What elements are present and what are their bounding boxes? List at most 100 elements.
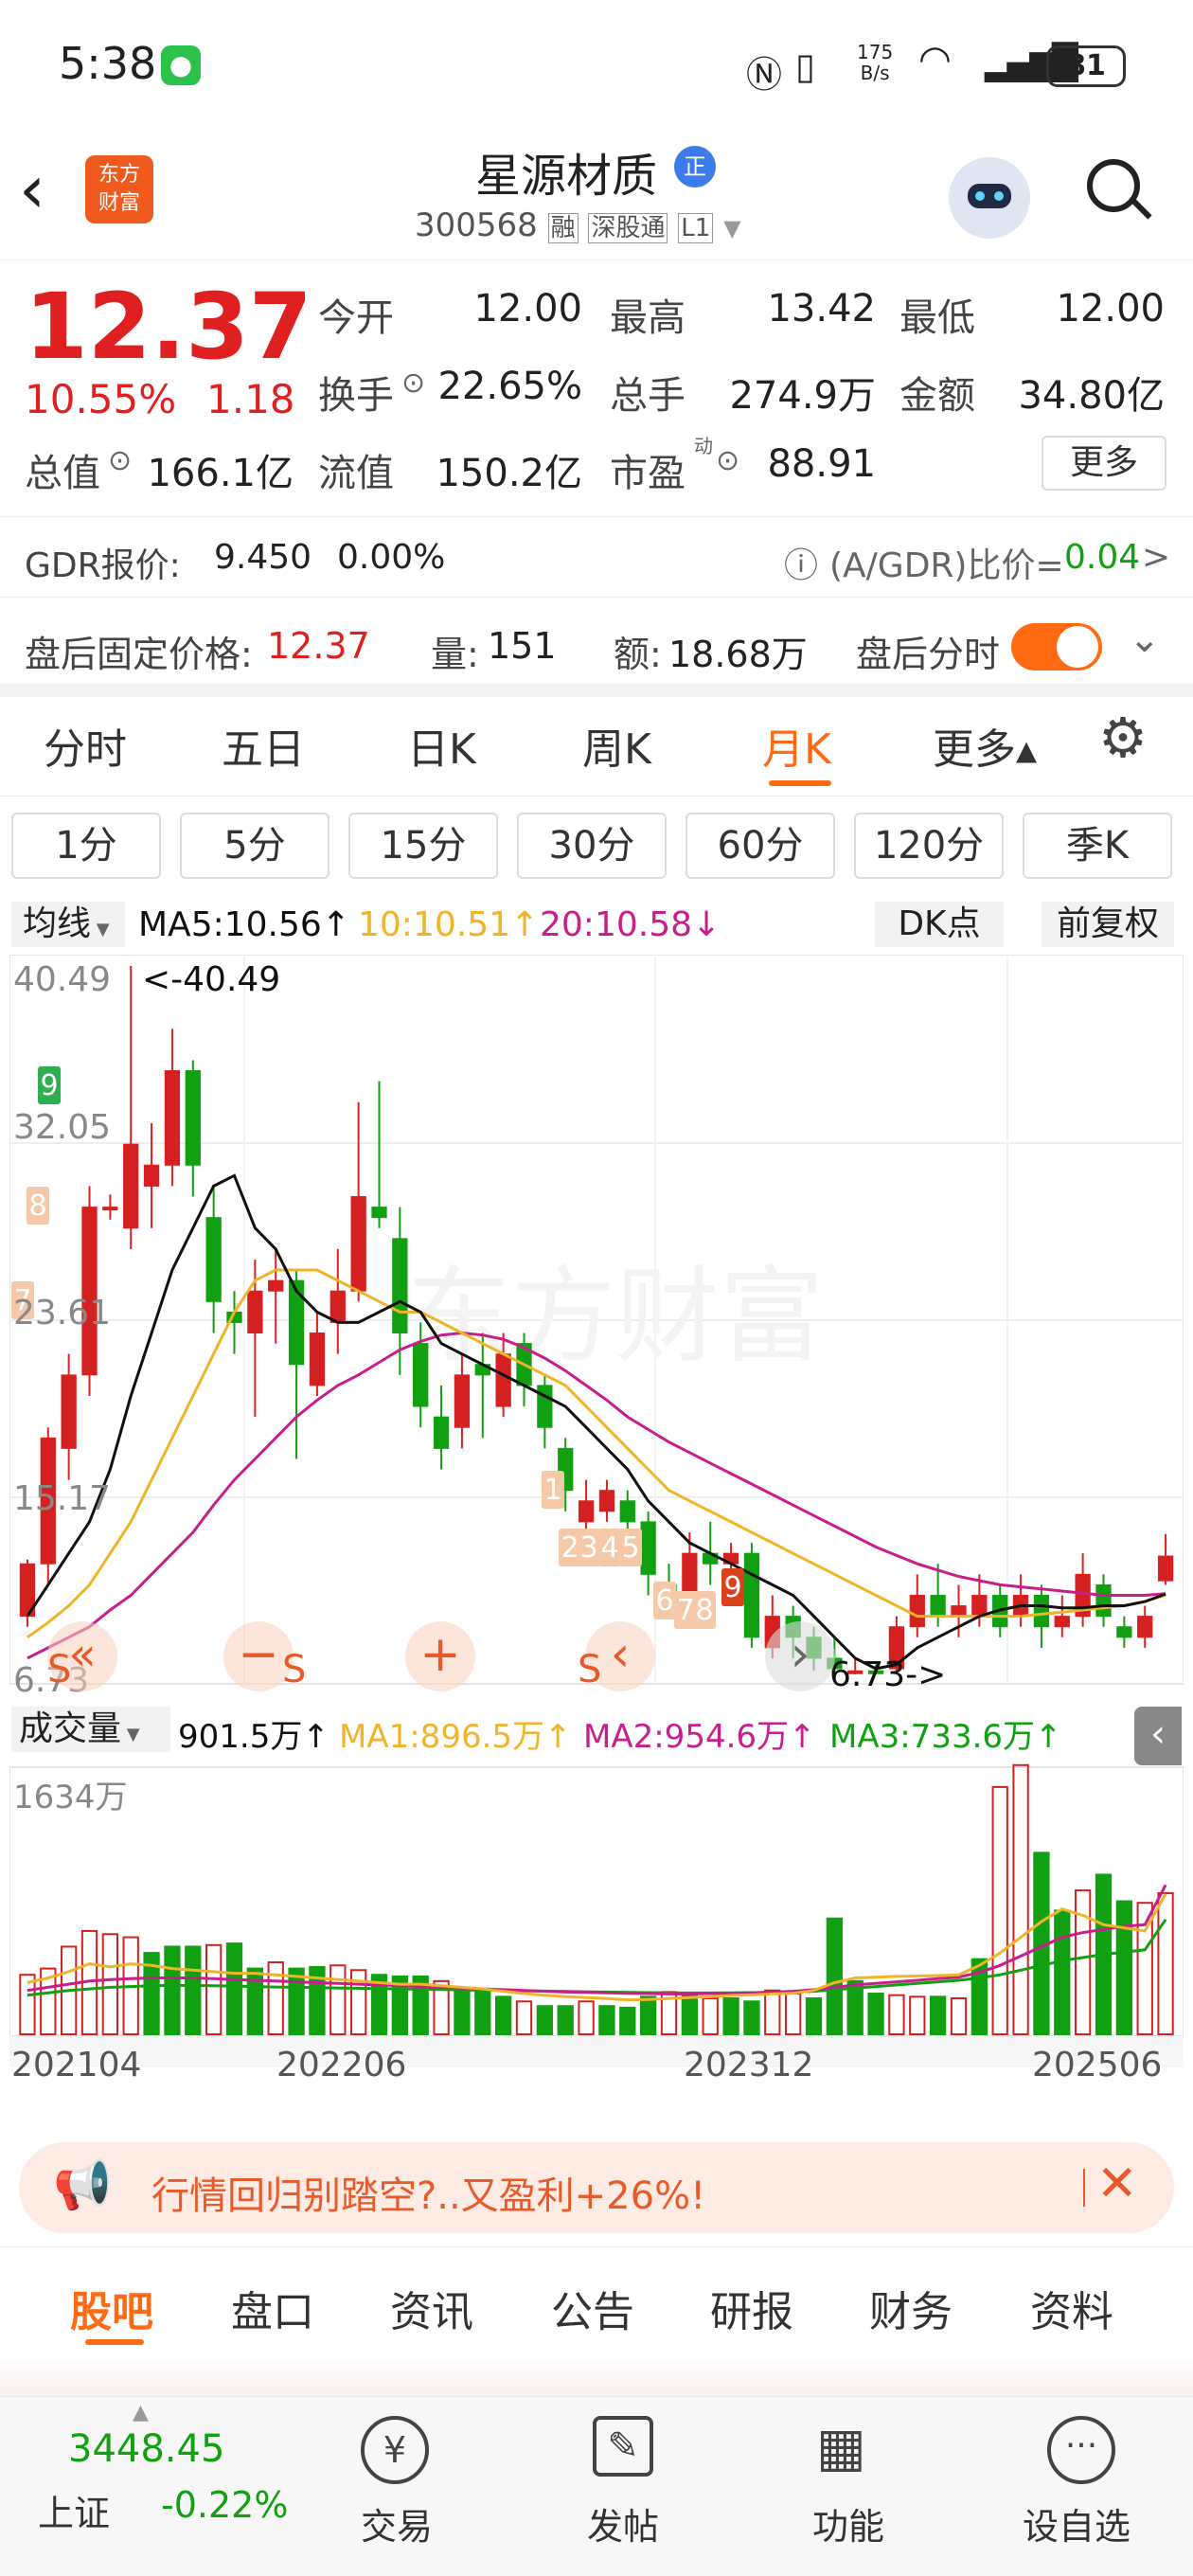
kline-chart[interactable]: 东方财富 98712 3 4 56 7 89 <box>9 955 1184 2067</box>
candle-body <box>1054 1616 1070 1628</box>
tab-news[interactable]: 资讯 <box>390 2278 473 2338</box>
promo-banner[interactable]: 📢 行情回归别踏空?..又盈利+26%! ✕ <box>19 2142 1174 2233</box>
tab-order-book[interactable]: 盘口 <box>231 2278 314 2338</box>
tab-more[interactable]: 更多▴ <box>933 715 1037 776</box>
period-120min[interactable]: 120分 <box>854 813 1004 879</box>
post-label: 发帖 <box>587 2506 660 2548</box>
period-60min[interactable]: 60分 <box>686 813 835 879</box>
function-button[interactable]: ▦ 功能 <box>773 2416 924 2558</box>
net-speed: 175 B/s <box>857 41 894 84</box>
sequence-number: 1 <box>543 1474 561 1507</box>
info-icon[interactable]: ⊙ <box>716 444 739 477</box>
volume-legend-bar: 成交量 ▼ 901.5万↑ MA1:896.5万↑ MA2:954.6万↑ MA… <box>11 1707 1182 1765</box>
volume-bar <box>1012 1763 1029 2036</box>
volume-bar <box>578 2000 595 2036</box>
candle-body <box>743 1552 760 1638</box>
period-15min[interactable]: 15分 <box>348 813 498 879</box>
next-icon[interactable]: › <box>765 1621 835 1691</box>
volume-label: 总手 <box>610 374 686 418</box>
dk-point-button[interactable]: DK点 <box>875 902 1004 947</box>
tab-indicator <box>769 780 831 786</box>
tab-research[interactable]: 研报 <box>710 2278 793 2338</box>
add-watchlist-button[interactable]: ··· 设自选 <box>1000 2416 1170 2558</box>
candle-body <box>867 1670 884 1674</box>
candle-body <box>309 1333 326 1386</box>
pe-superscript: 动 <box>694 435 713 457</box>
high-value: 13.42 <box>767 287 876 331</box>
adjust-button[interactable]: 前复权 <box>1042 902 1174 947</box>
candle-body <box>61 1374 77 1449</box>
megaphone-icon: 📢 <box>53 2157 113 2212</box>
status-time: 5:38 <box>59 38 157 89</box>
info-icon[interactable]: ⊙ <box>401 367 425 400</box>
gdr-arrow[interactable]: > <box>1142 538 1170 577</box>
low-value: 12.00 <box>1056 287 1165 331</box>
close-icon[interactable]: ✕ <box>1096 2156 1138 2212</box>
tab-weekly[interactable]: 周K <box>582 715 651 776</box>
volume-value: 274.9万 <box>729 374 876 418</box>
tag-level: L1 <box>678 213 714 243</box>
low-label: 最低 <box>899 296 975 340</box>
gdr-price: 9.450 <box>214 538 312 577</box>
dropdown-icon[interactable]: ▼ <box>723 215 740 242</box>
help-icon[interactable]: ⓘ <box>784 538 818 587</box>
divider <box>0 597 1193 598</box>
index-name[interactable]: 上证 <box>38 2484 110 2536</box>
more-button[interactable]: 更多 <box>1042 436 1166 491</box>
candle-body <box>40 1437 56 1565</box>
index-value[interactable]: 3448.45 <box>68 2427 224 2471</box>
volume-selector[interactable]: 成交量 ▼ <box>11 1707 170 1752</box>
volume-bar <box>722 1996 739 2036</box>
tab-intraday[interactable]: 分时 <box>44 715 127 776</box>
vol-ma2-legend: MA2:954.6万↑ <box>583 1718 816 1756</box>
volume-bar <box>246 1967 264 2035</box>
stock-code: 300568 <box>415 206 538 244</box>
volume-bar <box>205 1943 223 2036</box>
candle-body <box>247 1290 263 1334</box>
post-button[interactable]: ✎ 发帖 <box>547 2416 699 2558</box>
tab-daily[interactable]: 日K <box>407 715 476 776</box>
candle-body <box>164 1070 181 1166</box>
candle-body <box>205 1217 222 1302</box>
collapse-icon[interactable]: ‹ <box>1134 1707 1182 1765</box>
afterhours-vol-label: 量: <box>431 634 479 675</box>
tag-connect: 深股通 <box>588 213 668 243</box>
volume-bar <box>784 1993 802 2036</box>
back-icon[interactable]: ‹ <box>19 152 45 227</box>
ma10-legend: 10:10.51↑ <box>358 905 540 944</box>
afterhours-vol: 151 <box>488 625 557 667</box>
period-30min[interactable]: 30分 <box>517 813 667 879</box>
open-label: 今开 <box>318 296 394 340</box>
period-quarterly[interactable]: 季K <box>1023 813 1172 879</box>
afterhours-toggle[interactable] <box>1011 623 1102 671</box>
tab-profile[interactable]: 资料 <box>1030 2278 1113 2338</box>
sequence-number: 7 <box>13 1284 31 1317</box>
period-1min[interactable]: 1分 <box>11 813 161 879</box>
mcap-value: 166.1亿 <box>147 452 294 495</box>
robot-assistant-icon[interactable] <box>949 157 1030 239</box>
candle-body <box>847 1670 864 1674</box>
candle-body <box>1116 1626 1132 1638</box>
tab-five-day[interactable]: 五日 <box>222 715 305 776</box>
gdr-label: GDR报价: <box>25 546 181 585</box>
search-icon[interactable] <box>1087 159 1152 222</box>
tab-forum[interactable]: 股吧 <box>70 2278 153 2338</box>
tab-monthly[interactable]: 月K <box>762 715 831 776</box>
sequence-number: 9 <box>723 1571 741 1604</box>
tab-financials[interactable]: 财务 <box>869 2278 953 2338</box>
open-value: 12.00 <box>473 287 582 331</box>
indicator-selector[interactable]: 均线 ▼ <box>11 902 125 947</box>
candle-body <box>1137 1616 1153 1638</box>
gear-icon[interactable]: ⚙ <box>1098 706 1148 770</box>
zoom-in-icon[interactable]: + <box>405 1621 475 1691</box>
chevron-up-icon[interactable]: ▲ <box>133 2401 149 2424</box>
tag-margin: 融 <box>547 213 579 243</box>
volume-bar <box>225 1942 243 2036</box>
period-5min[interactable]: 5分 <box>180 813 329 879</box>
tab-announcements[interactable]: 公告 <box>551 2278 634 2338</box>
chevron-down-icon[interactable]: ⌄ <box>1129 617 1161 661</box>
info-icon[interactable]: ⊙ <box>108 444 132 477</box>
volume-bar <box>598 2005 615 2036</box>
index-change[interactable]: -0.22% <box>161 2484 288 2526</box>
trade-button[interactable]: ¥ 交易 <box>321 2416 472 2558</box>
